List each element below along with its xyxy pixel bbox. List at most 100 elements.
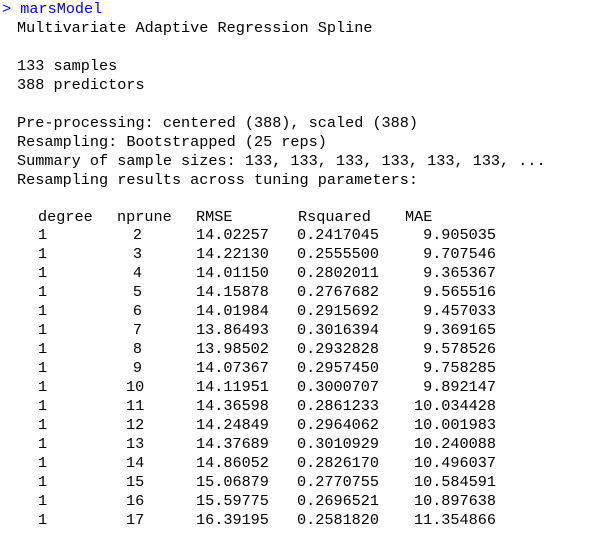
header-rsquared: Rsquared (298, 208, 371, 226)
cell-rsquared: 0.2932828 (297, 340, 380, 358)
cell-degree: 1 (38, 492, 48, 510)
cell-nprune: 6 (132, 302, 142, 320)
table-row: 1 7 13.86493 0.3016394 9.369165 (0, 321, 603, 340)
cell-nprune: 2 (132, 226, 142, 244)
cell-rsquared: 0.2915692 (297, 302, 380, 320)
table-row: 1 9 14.07367 0.2957450 9.758285 (0, 359, 603, 378)
cell-rsquared: 0.2802011 (297, 264, 380, 282)
cell-degree: 1 (38, 226, 48, 244)
sample-size-summary-line: Summary of sample sizes: 133, 133, 133, … (17, 152, 546, 170)
cell-rsquared: 0.2555500 (297, 245, 380, 263)
table-row: 1 11 14.36598 0.2861233 10.034428 (0, 397, 603, 416)
cell-rsquared: 0.2861233 (297, 397, 380, 415)
cell-rsquared: 0.3000707 (297, 378, 380, 396)
cell-mae: 9.365367 (423, 264, 496, 282)
cell-degree: 1 (38, 435, 48, 453)
cell-mae: 9.565516 (423, 283, 496, 301)
cell-rmse: 14.24849 (196, 416, 269, 434)
cell-nprune: 14 (126, 454, 145, 472)
table-row: 1 3 14.22130 0.2555500 9.707546 (0, 245, 603, 264)
cell-rsquared: 0.2964062 (297, 416, 380, 434)
cell-degree: 1 (38, 264, 48, 282)
header-mae: MAE (405, 208, 433, 226)
command-text: marsModel (20, 0, 103, 18)
cell-rsquared: 0.2417045 (297, 226, 380, 244)
cell-rsquared: 0.3016394 (297, 321, 380, 339)
cell-mae: 10.034428 (413, 397, 496, 415)
results-heading: Resampling results across tuning paramet… (17, 171, 419, 189)
cell-mae: 10.240088 (413, 435, 496, 453)
header-rmse: RMSE (196, 208, 233, 226)
model-title: Multivariate Adaptive Regression Spline (17, 19, 373, 37)
cell-rmse: 16.39195 (196, 511, 269, 529)
cell-nprune: 7 (132, 321, 142, 339)
cell-rmse: 14.01984 (196, 302, 269, 320)
cell-rsquared: 0.2581820 (297, 511, 380, 529)
resampling-line: Resampling: Bootstrapped (25 reps) (17, 133, 327, 151)
r-console-output: > marsModel Multivariate Adaptive Regres… (0, 0, 603, 535)
table-row: 1 15 15.06879 0.2770755 10.584591 (0, 473, 603, 492)
cell-degree: 1 (38, 321, 48, 339)
cell-mae: 9.905035 (423, 226, 496, 244)
cell-rmse: 14.15878 (196, 283, 269, 301)
cell-rmse: 13.86493 (196, 321, 269, 339)
samples-line: 133 samples (17, 57, 118, 75)
cell-nprune: 12 (126, 416, 145, 434)
cell-nprune: 17 (126, 511, 145, 529)
table-row: 1 8 13.98502 0.2932828 9.578526 (0, 340, 603, 359)
cell-degree: 1 (38, 416, 48, 434)
cell-mae: 9.369165 (423, 321, 496, 339)
command-line: > marsModel (2, 0, 102, 19)
table-row: 1 13 14.37689 0.3010929 10.240088 (0, 435, 603, 454)
cell-mae: 10.496037 (413, 454, 496, 472)
cell-rmse: 15.59775 (196, 492, 269, 510)
cell-degree: 1 (38, 302, 48, 320)
cell-mae: 9.578526 (423, 340, 496, 358)
table-header-row: degree nprune RMSE Rsquared MAE (0, 208, 603, 227)
cell-degree: 1 (38, 454, 48, 472)
cell-rmse: 13.98502 (196, 340, 269, 358)
cell-nprune: 15 (126, 473, 145, 491)
cell-rsquared: 0.2696521 (297, 492, 380, 510)
cell-degree: 1 (38, 340, 48, 358)
cell-degree: 1 (38, 473, 48, 491)
cell-rmse: 14.11951 (196, 378, 269, 396)
cell-rmse: 14.86052 (196, 454, 269, 472)
cell-mae: 9.457033 (423, 302, 496, 320)
cell-mae: 10.584591 (413, 473, 496, 491)
predictors-line: 388 predictors (17, 76, 145, 94)
cell-rmse: 14.22130 (196, 245, 269, 263)
cell-nprune: 3 (132, 245, 142, 263)
cell-degree: 1 (38, 359, 48, 377)
cell-nprune: 10 (126, 378, 145, 396)
table-row: 1 6 14.01984 0.2915692 9.457033 (0, 302, 603, 321)
cell-rsquared: 0.2957450 (297, 359, 380, 377)
cell-degree: 1 (38, 245, 48, 263)
cell-mae: 10.001983 (413, 416, 496, 434)
cell-degree: 1 (38, 283, 48, 301)
cell-rsquared: 0.2770755 (297, 473, 380, 491)
cell-rmse: 14.07367 (196, 359, 269, 377)
table-row: 1 5 14.15878 0.2767682 9.565516 (0, 283, 603, 302)
cell-rsquared: 0.2767682 (297, 283, 380, 301)
prompt-symbol: > (2, 0, 12, 18)
header-nprune: nprune (117, 208, 172, 226)
cell-mae: 9.892147 (423, 378, 496, 396)
cell-nprune: 5 (132, 283, 142, 301)
header-degree: degree (38, 208, 93, 226)
cell-mae: 9.758285 (423, 359, 496, 377)
cell-rsquared: 0.2826170 (297, 454, 380, 472)
cell-rmse: 14.36598 (196, 397, 269, 415)
cell-rmse: 15.06879 (196, 473, 269, 491)
cell-nprune: 13 (126, 435, 145, 453)
table-row: 1 4 14.01150 0.2802011 9.365367 (0, 264, 603, 283)
cell-degree: 1 (38, 511, 48, 529)
cell-rsquared: 0.3010929 (297, 435, 380, 453)
cell-nprune: 4 (132, 264, 142, 282)
table-row: 1 10 14.11951 0.3000707 9.892147 (0, 378, 603, 397)
cell-rmse: 14.37689 (196, 435, 269, 453)
cell-nprune: 8 (132, 340, 142, 358)
cell-nprune: 9 (132, 359, 142, 377)
table-row: 1 17 16.39195 0.2581820 11.354866 (0, 511, 603, 530)
cell-rmse: 14.01150 (196, 264, 269, 282)
